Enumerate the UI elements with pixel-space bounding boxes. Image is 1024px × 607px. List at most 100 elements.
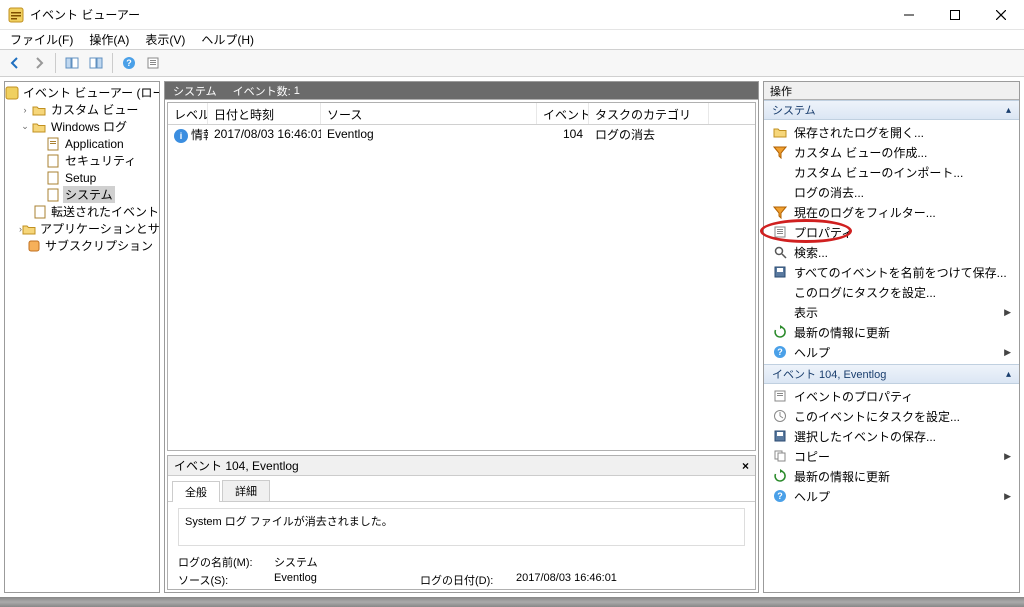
- action-attach-task-log[interactable]: このログにタスクを設定...: [764, 282, 1019, 302]
- help-button[interactable]: ?: [118, 52, 140, 74]
- col-source[interactable]: ソース: [321, 103, 537, 124]
- detail-pane: イベント 104, Eventlog × 全般 詳細 System ログ ファイ…: [167, 455, 756, 590]
- chevron-right-icon: ▶: [1004, 491, 1011, 502]
- col-level[interactable]: レベル: [168, 103, 208, 124]
- col-eventid[interactable]: イベント ID: [537, 103, 589, 124]
- row-eventid: 104: [537, 127, 589, 141]
- window-border-bottom: [0, 597, 1024, 607]
- row-category: ログの消去: [589, 126, 709, 143]
- folder-icon: [22, 221, 36, 237]
- collapse-icon[interactable]: ⌄: [19, 121, 31, 132]
- val-source: Eventlog: [274, 572, 414, 588]
- row-date: 2017/08/03 16:46:01: [208, 127, 321, 141]
- action-save-selected[interactable]: 選択したイベントの保存...: [764, 426, 1019, 446]
- refresh-icon: [772, 468, 788, 484]
- filter-icon: [772, 204, 788, 220]
- action-help-2-label: ヘルプ: [794, 488, 830, 505]
- save-icon: [772, 264, 788, 280]
- filter-icon: [772, 144, 788, 160]
- tree-custom-views-label: カスタム ビュー: [49, 101, 140, 118]
- action-properties[interactable]: プロパティ: [764, 222, 1019, 242]
- row-level: 情報: [191, 128, 208, 142]
- action-import-custom-view[interactable]: カスタム ビューのインポート...: [764, 162, 1019, 182]
- properties-toolbar-button[interactable]: [142, 52, 164, 74]
- menu-help[interactable]: ヘルプ(H): [197, 31, 258, 48]
- forward-button[interactable]: [28, 52, 50, 74]
- tree-subscriptions[interactable]: サブスクリプション: [5, 237, 159, 254]
- back-button[interactable]: [4, 52, 26, 74]
- action-refresh[interactable]: 最新の情報に更新: [764, 322, 1019, 342]
- center-event-count: 1: [294, 85, 300, 97]
- center-header: システム イベント数: 1: [165, 82, 758, 100]
- blank-icon: [772, 304, 788, 320]
- action-event-properties[interactable]: イベントのプロパティ: [764, 386, 1019, 406]
- action-refresh-2[interactable]: 最新の情報に更新: [764, 466, 1019, 486]
- action-help-2[interactable]: ? ヘルプ ▶: [764, 486, 1019, 506]
- col-date[interactable]: 日付と時刻: [208, 103, 321, 124]
- action-save-all-events[interactable]: すべてのイベントを名前をつけて保存...: [764, 262, 1019, 282]
- subscriptions-icon: [27, 238, 41, 254]
- tree-app-service-logs[interactable]: › アプリケーションとサービス ログ: [5, 220, 159, 237]
- action-attach-task-event[interactable]: このイベントにタスクを設定...: [764, 406, 1019, 426]
- menu-view[interactable]: 表示(V): [141, 31, 189, 48]
- action-clear-log[interactable]: ログの消去...: [764, 182, 1019, 202]
- blank-icon: [772, 284, 788, 300]
- expand-icon[interactable]: ›: [19, 105, 31, 115]
- tree-setup[interactable]: Setup: [5, 169, 159, 186]
- tree-app-service-label: アプリケーションとサービス ログ: [38, 220, 159, 237]
- minimize-button[interactable]: [886, 0, 932, 30]
- action-create-custom-label: カスタム ビューの作成...: [794, 144, 927, 161]
- action-refresh-2-label: 最新の情報に更新: [794, 468, 890, 485]
- svg-text:?: ?: [777, 347, 783, 357]
- action-view[interactable]: 表示 ▶: [764, 302, 1019, 322]
- action-section-system[interactable]: システム ▴: [764, 100, 1019, 120]
- app-icon: [8, 7, 24, 23]
- menu-file[interactable]: ファイル(F): [6, 31, 77, 48]
- open-icon: [772, 124, 788, 140]
- chevron-right-icon: ▶: [1004, 307, 1011, 318]
- tab-details[interactable]: 詳細: [222, 480, 270, 501]
- action-open-saved-log[interactable]: 保存されたログを開く...: [764, 122, 1019, 142]
- log-icon: [45, 170, 61, 186]
- tree-application[interactable]: Application: [5, 135, 159, 152]
- event-list: レベル 日付と時刻 ソース イベント ID タスクのカテゴリ i情報 2017/…: [167, 102, 756, 451]
- show-hide-tree-button[interactable]: [61, 52, 83, 74]
- tree-security[interactable]: セキュリティ: [5, 152, 159, 169]
- tree-forwarded[interactable]: 転送されたイベント: [5, 203, 159, 220]
- collapse-icon: ▴: [1006, 369, 1011, 380]
- close-button[interactable]: [978, 0, 1024, 30]
- properties-icon: [772, 224, 788, 240]
- help-icon: ?: [772, 344, 788, 360]
- center-log-name: システム: [173, 83, 217, 99]
- action-save-all-label: すべてのイベントを名前をつけて保存...: [794, 264, 1007, 281]
- tree-system-label: システム: [63, 186, 115, 203]
- col-category[interactable]: タスクのカテゴリ: [589, 103, 709, 124]
- tree-windows-logs[interactable]: ⌄ Windows ログ: [5, 118, 159, 135]
- action-clear-log-label: ログの消去...: [794, 184, 864, 201]
- action-copy[interactable]: コピー ▶: [764, 446, 1019, 466]
- lbl-logged: ログの日付(D):: [420, 572, 510, 588]
- action-find[interactable]: 検索...: [764, 242, 1019, 262]
- tab-general[interactable]: 全般: [172, 481, 220, 502]
- maximize-button[interactable]: [932, 0, 978, 30]
- action-open-saved-log-label: 保存されたログを開く...: [794, 124, 924, 141]
- action-create-custom-view[interactable]: カスタム ビューの作成...: [764, 142, 1019, 162]
- show-hide-action-button[interactable]: [85, 52, 107, 74]
- center-pane: システム イベント数: 1 レベル 日付と時刻 ソース イベント ID タスクの…: [164, 81, 759, 593]
- list-row[interactable]: i情報 2017/08/03 16:46:01 Eventlog 104 ログの…: [168, 125, 755, 143]
- action-attach-task-event-label: このイベントにタスクを設定...: [794, 408, 960, 425]
- action-help[interactable]: ? ヘルプ ▶: [764, 342, 1019, 362]
- action-filter-current-log[interactable]: 現在のログをフィルター...: [764, 202, 1019, 222]
- tree-custom-views[interactable]: › カスタム ビュー: [5, 101, 159, 118]
- val-logged: 2017/08/03 16:46:01: [516, 572, 745, 588]
- info-icon: i: [174, 129, 188, 143]
- action-event-properties-label: イベントのプロパティ: [794, 388, 913, 405]
- action-section-event[interactable]: イベント 104, Eventlog ▴: [764, 364, 1019, 384]
- log-icon: [45, 187, 61, 203]
- tree-application-label: Application: [63, 137, 126, 151]
- detail-close-button[interactable]: ×: [742, 459, 749, 473]
- menu-action[interactable]: 操作(A): [85, 31, 133, 48]
- tree-system[interactable]: システム: [5, 186, 159, 203]
- tree-root[interactable]: イベント ビューアー (ローカル): [5, 84, 159, 101]
- folder-icon: [31, 102, 47, 118]
